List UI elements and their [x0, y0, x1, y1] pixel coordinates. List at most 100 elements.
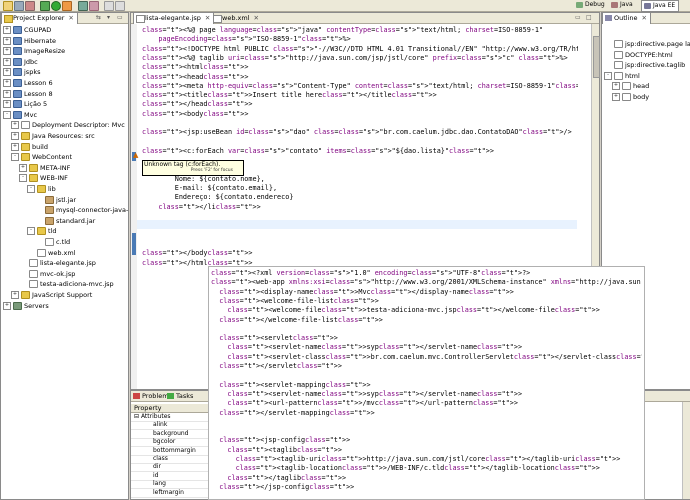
outline-item[interactable]: - html [604, 71, 640, 81]
collapse-icon[interactable]: - [11, 153, 19, 162]
perspective-javaee[interactable]: Java EE [641, 0, 680, 12]
tree-item[interactable]: + Jdbc [3, 57, 38, 67]
tree-item[interactable]: + Deployment Descriptor: Mvc [11, 121, 125, 130]
web-xml-code[interactable]: class="t"><?xml version=class="s">"1.0" … [211, 269, 642, 497]
tree-item[interactable]: - WebContent [11, 153, 72, 162]
proj-icon [13, 79, 22, 87]
tab-outline[interactable]: Outline ✕ [602, 12, 651, 24]
tab-web-xml[interactable]: web.xml ✕ [211, 13, 262, 23]
expand-icon[interactable]: + [3, 57, 11, 66]
expand-icon[interactable]: + [612, 92, 620, 101]
perspective-java[interactable]: Java [609, 0, 636, 10]
tree-item[interactable]: + Lesson 8 [3, 89, 53, 99]
editor-tabbar: lista-elegante.jsp ✕ web.xml ✕ ▭ □ [131, 12, 599, 24]
expand-icon[interactable]: + [3, 68, 11, 77]
outline-item[interactable]: jsp:directive.page language [604, 40, 690, 49]
expand-icon[interactable]: + [3, 47, 11, 56]
tree-item[interactable]: + JavaScript Support [11, 291, 92, 300]
expand-icon[interactable]: + [612, 82, 620, 90]
tab-project-explorer[interactable]: Project Explorer ✕ [1, 12, 78, 24]
tree-item[interactable]: standard.jar [35, 216, 95, 226]
tab-lista-elegante[interactable]: lista-elegante.jsp ✕ [133, 12, 215, 24]
external-tools-icon[interactable] [62, 1, 72, 11]
expand-icon[interactable]: + [11, 121, 19, 130]
expand-icon[interactable]: + [3, 36, 11, 45]
xml-line: class="t"><servletclass="t">> [219, 334, 338, 343]
tree-item[interactable]: lista-elegante.jsp [19, 259, 96, 268]
tree-item[interactable]: + Java Resources: src [11, 132, 95, 141]
tree-item[interactable]: + CGUPAD [3, 26, 51, 35]
editor-scroll-thumb[interactable] [593, 36, 600, 78]
tree-item[interactable]: - tld [27, 227, 56, 236]
collapse-icon[interactable]: - [604, 71, 612, 80]
tree-item[interactable]: web.xml [27, 248, 76, 258]
tree-item[interactable]: + build [11, 142, 48, 152]
perspective-debug[interactable]: Debug [574, 0, 608, 10]
save-icon[interactable] [14, 1, 24, 11]
xml-line: class="t"></servlet-mappingclass="t">> [219, 408, 375, 417]
outline-item[interactable]: DOCTYPE:html [604, 50, 673, 60]
collapse-icon[interactable]: - [27, 185, 35, 193]
tree-item[interactable]: - lib [27, 185, 56, 194]
expand-icon[interactable]: + [19, 163, 27, 172]
outline-tree: jsp:directive.page language DOCTYPE:html j… [604, 40, 690, 130]
property-label: bgcolor [153, 438, 176, 446]
close-icon[interactable]: ✕ [254, 14, 259, 22]
editor-code-area[interactable]: class="t"><%@ page language=class="s">"j… [142, 26, 578, 286]
close-icon[interactable]: ✕ [68, 14, 73, 22]
collapse-all-icon[interactable]: ⇆ [96, 14, 101, 21]
properties-scrollbar[interactable] [682, 402, 690, 499]
new-icon[interactable] [3, 1, 13, 11]
tree-item[interactable]: mvc-ok.jsp [19, 269, 75, 279]
close-icon[interactable]: ✕ [205, 14, 210, 22]
print-icon[interactable] [25, 1, 35, 11]
outline-item[interactable]: jsp:directive.taglib [604, 61, 685, 70]
tree-item[interactable]: jstl.jar [35, 195, 76, 205]
tab-tasks[interactable]: Tasks [165, 391, 196, 401]
code-line: class="t"><%@ taglib uri=class="s">"http… [142, 53, 568, 62]
tree-item[interactable]: - WEB-INF [19, 174, 68, 183]
tree-item[interactable]: c.tld [35, 238, 70, 247]
tree-item[interactable]: testa-adiciona-mvc.jsp [19, 280, 114, 289]
tree-item[interactable]: mysql-connector-java- [35, 206, 128, 215]
debug-run-icon[interactable] [40, 1, 50, 11]
collapse-icon[interactable]: - [27, 227, 35, 236]
outline-item[interactable]: + head [612, 82, 649, 91]
run-icon[interactable] [51, 1, 61, 11]
search-icon[interactable] [89, 1, 99, 11]
close-icon[interactable]: ✕ [642, 14, 647, 22]
code-line: Endereço: ${contato.endereco} [142, 193, 294, 202]
xml-line [211, 325, 642, 334]
expand-icon[interactable]: + [11, 132, 19, 140]
tree-item[interactable]: + Servers [3, 301, 49, 311]
property-label: lang [153, 480, 166, 488]
collapse-icon[interactable]: - [19, 174, 27, 183]
expand-icon[interactable]: + [3, 26, 11, 34]
expand-icon[interactable]: + [11, 291, 19, 299]
property-label: bottommargin [153, 446, 196, 454]
expand-icon[interactable]: + [3, 301, 11, 310]
minimize-icon[interactable]: ▭ [117, 14, 123, 21]
view-menu-icon[interactable]: ▾ [107, 14, 110, 21]
minimize-icon[interactable]: ▭ [575, 14, 581, 21]
tree-item[interactable]: + jspks [3, 68, 40, 77]
outline-item[interactable]: + body [612, 92, 649, 102]
collapse-icon[interactable]: ⊟ [134, 413, 141, 420]
tree-item[interactable]: + ImageResize [3, 47, 65, 56]
expand-icon[interactable]: + [11, 142, 19, 151]
tree-item[interactable]: + Hibernate [3, 36, 56, 46]
collapse-icon[interactable]: - [3, 110, 11, 119]
forward-icon[interactable] [115, 1, 125, 11]
back-icon[interactable] [104, 1, 114, 11]
editor-left-ruler [131, 24, 137, 389]
tree-item[interactable]: + Lesson 6 [3, 79, 53, 88]
tree-item[interactable]: + Lição 5 [3, 100, 47, 109]
tree-item[interactable]: - Mvc [3, 110, 37, 120]
tree-item[interactable]: + META-INF [19, 163, 70, 173]
expand-icon[interactable]: + [3, 89, 11, 98]
maximize-icon[interactable]: □ [586, 14, 592, 21]
expand-icon[interactable]: + [3, 100, 11, 109]
expand-icon[interactable]: + [3, 79, 11, 87]
new-server-icon[interactable] [78, 1, 88, 11]
hover-tooltip: Unknown tag (c:forEach). Press 'F2' for … [142, 160, 244, 176]
